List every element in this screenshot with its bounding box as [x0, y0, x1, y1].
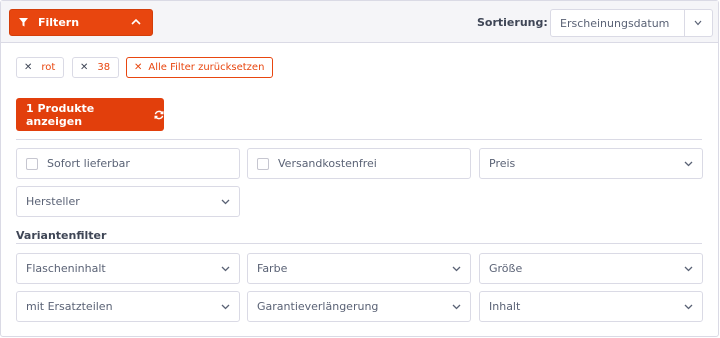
variant-filter-label: mit Ersatzteilen [26, 300, 113, 313]
variant-filter-dropdown[interactable]: Größe [479, 253, 703, 284]
sort-select-value: Erscheinungsdatum [560, 16, 670, 30]
variant-filter-heading: Variantenfilter [16, 229, 107, 242]
chevron-down-icon [221, 266, 230, 272]
sort-select[interactable]: Erscheinungsdatum [550, 9, 713, 37]
variant-filter-label: Flascheninhalt [26, 262, 106, 275]
filter-toggle-label: Filtern [38, 16, 80, 29]
price-filter-label: Preis [489, 157, 516, 170]
sort-select-divider [684, 10, 685, 36]
variant-filter-dropdown[interactable]: mit Ersatzteilen [16, 291, 240, 322]
variant-filter-label: Größe [489, 262, 523, 275]
variant-filter-dropdown[interactable]: Flascheninhalt [16, 253, 240, 284]
chevron-down-icon [452, 304, 461, 310]
chevron-down-icon [452, 266, 461, 272]
divider [16, 243, 702, 244]
show-products-label: 1 Produkte anzeigen [26, 101, 95, 128]
immediate-delivery-checkbox[interactable]: Sofort lieferbar [16, 148, 240, 179]
checkbox[interactable] [257, 157, 269, 170]
active-filter-label: 38 [97, 62, 111, 73]
show-products-button[interactable]: 1 Produkte anzeigen [16, 98, 164, 131]
checkbox[interactable] [26, 157, 38, 170]
close-icon: ✕ [80, 62, 89, 73]
immediate-delivery-label: Sofort lieferbar [47, 157, 130, 170]
chevron-up-icon [131, 18, 141, 26]
variant-filter-dropdown[interactable]: Farbe [247, 253, 471, 284]
price-filter-dropdown[interactable]: Preis [479, 148, 703, 179]
filter-toolbar: Filtern Sortierung: Erscheinungsdatum [1, 1, 718, 43]
sort-label: Sortierung: [477, 16, 548, 29]
filter-panel: Filtern Sortierung: Erscheinungsdatum ✕ … [0, 0, 719, 337]
free-shipping-label: Versandkostenfrei [278, 157, 377, 170]
active-filter-label: rot [41, 62, 56, 73]
chevron-down-icon [684, 304, 693, 310]
active-filter-chip[interactable]: ✕ 38 [72, 57, 120, 78]
chevron-down-icon [694, 20, 702, 26]
reset-filters-button[interactable]: ✕ Alle Filter zurücksetzen [126, 57, 274, 78]
chevron-down-icon [221, 199, 230, 205]
chevron-down-icon [684, 266, 693, 272]
variant-filter-label: Garantieverlängerung [257, 300, 379, 313]
chevron-down-icon [684, 161, 693, 167]
variant-filter-dropdown[interactable]: Inhalt [479, 291, 703, 322]
manufacturer-filter-dropdown[interactable]: Hersteller [16, 186, 240, 217]
variant-filter-label: Farbe [257, 262, 288, 275]
manufacturer-filter-label: Hersteller [26, 195, 80, 208]
close-icon: ✕ [24, 62, 33, 73]
divider [16, 139, 702, 140]
active-filter-chip[interactable]: ✕ rot [16, 57, 65, 78]
refresh-icon [154, 110, 164, 120]
free-shipping-checkbox[interactable]: Versandkostenfrei [247, 148, 471, 179]
reset-filters-label: Alle Filter zurücksetzen [148, 62, 265, 73]
filter-toggle-button[interactable]: Filtern [9, 9, 153, 36]
variant-filter-dropdown[interactable]: Garantieverlängerung [247, 291, 471, 322]
close-icon: ✕ [134, 62, 143, 73]
variant-filter-label: Inhalt [489, 300, 521, 313]
funnel-icon [19, 18, 28, 27]
chevron-down-icon [221, 304, 230, 310]
